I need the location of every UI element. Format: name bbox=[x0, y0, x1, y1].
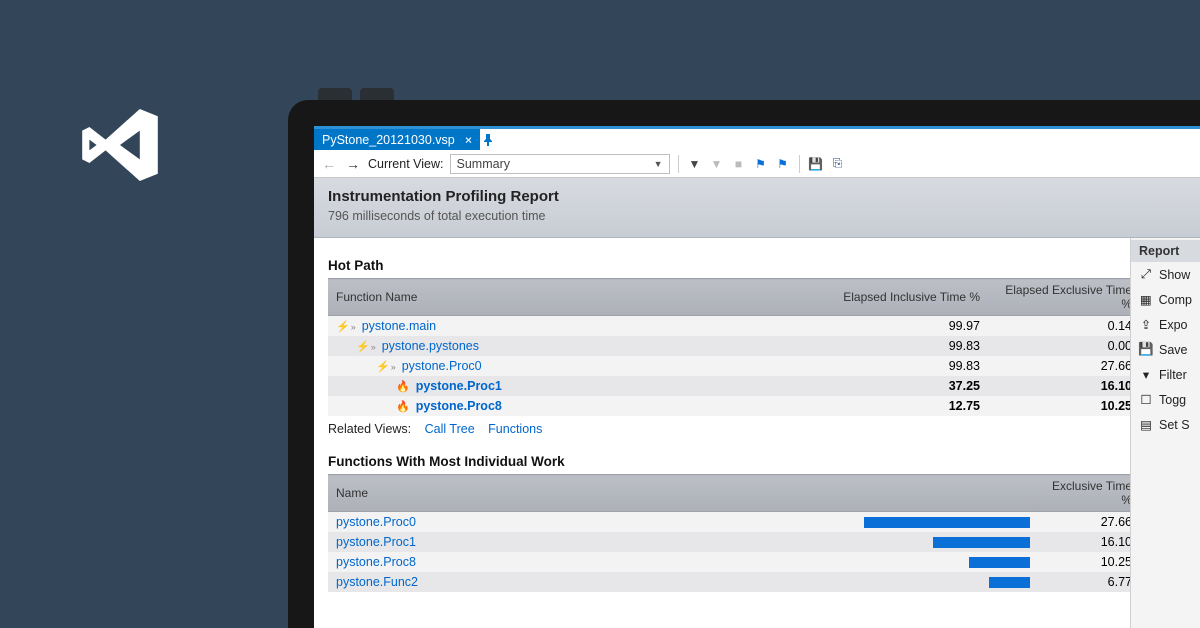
function-link[interactable]: pystone.Proc0 bbox=[402, 359, 482, 373]
function-link[interactable]: pystone.Proc0 bbox=[336, 515, 416, 529]
link-functions[interactable]: Functions bbox=[488, 422, 542, 436]
report-action-item[interactable]: 💾 Save bbox=[1131, 337, 1200, 362]
link-call-tree[interactable]: Call Tree bbox=[425, 422, 475, 436]
profiler-toolbar: ← → Current View: Summary ▼ ▼ ▼ ■ ⚑ ⚑ 💾 … bbox=[314, 150, 1200, 178]
report-action-item[interactable]: ▾ Filter bbox=[1131, 362, 1200, 387]
report-actions-panel: Report ⤢ Show ▦ Comp ⇪ Expo 💾 Save ▾ Filter ☐ Togg ▤… bbox=[1130, 238, 1200, 628]
export-icon[interactable]: ⎘ bbox=[830, 156, 846, 172]
action-label: Expo bbox=[1159, 318, 1188, 332]
flame-icon: 🔥 bbox=[396, 380, 410, 393]
action-icon: ⤢ bbox=[1139, 267, 1153, 282]
stop-icon: ■ bbox=[731, 156, 747, 172]
action-label: Togg bbox=[1159, 393, 1186, 407]
current-view-label: Current View: bbox=[368, 157, 444, 171]
report-header: Instrumentation Profiling Report 796 mil… bbox=[314, 178, 1200, 238]
function-link[interactable]: pystone.Proc1 bbox=[416, 379, 502, 393]
report-action-item[interactable]: ▤ Set S bbox=[1131, 412, 1200, 437]
noise-reduction-icon[interactable]: ⚑ bbox=[753, 156, 769, 172]
report-title: Instrumentation Profiling Report bbox=[328, 188, 1186, 205]
action-label: Comp bbox=[1159, 293, 1192, 307]
tab-title: PyStone_20121030.vsp bbox=[322, 133, 455, 147]
report-actions-heading: Report bbox=[1131, 240, 1200, 262]
hot-path-table: Function Name Elapsed Inclusive Time % E… bbox=[328, 278, 1130, 416]
related-label: Related Views: bbox=[328, 422, 411, 436]
exclusive-time-bar bbox=[969, 557, 1031, 568]
exclusive-time-bar bbox=[933, 537, 1030, 548]
nav-forward-button[interactable]: → bbox=[344, 156, 362, 172]
hot-path-heading: Hot Path bbox=[328, 258, 1130, 273]
action-label: Set S bbox=[1159, 418, 1190, 432]
device-frame: PyStone_20121030.vsp × ← → Current View:… bbox=[288, 80, 1200, 628]
pin-tab-icon[interactable] bbox=[480, 129, 496, 150]
function-link[interactable]: pystone.pystones bbox=[382, 339, 479, 353]
report-subtitle: 796 milliseconds of total execution time bbox=[328, 209, 1186, 223]
report-action-item[interactable]: ☐ Togg bbox=[1131, 387, 1200, 412]
table-row[interactable]: 🔥pystone.Proc137.2516.10 bbox=[328, 376, 1130, 396]
action-icon: ☐ bbox=[1139, 392, 1153, 407]
table-row[interactable]: 🔥pystone.Proc812.7510.25 bbox=[328, 396, 1130, 416]
action-icon: ⇪ bbox=[1139, 317, 1153, 332]
nav-back-button[interactable]: ← bbox=[320, 156, 338, 172]
chevron-down-icon: ▼ bbox=[654, 159, 663, 169]
table-row[interactable]: ⚡pystone.pystones99.830.00 bbox=[328, 336, 1130, 356]
close-tab-icon[interactable]: × bbox=[465, 132, 473, 147]
table-row[interactable]: pystone.Proc027.66 bbox=[328, 512, 1130, 533]
call-icon: ⚡ bbox=[356, 340, 376, 353]
function-link[interactable]: pystone.Proc8 bbox=[416, 399, 502, 413]
col-exclusive[interactable]: Elapsed Exclusive Time % bbox=[988, 279, 1130, 316]
save-icon[interactable]: 💾 bbox=[808, 156, 824, 172]
report-action-item[interactable]: ▦ Comp bbox=[1131, 287, 1200, 312]
function-link[interactable]: pystone.Proc1 bbox=[336, 535, 416, 549]
filter-disabled-icon: ▼ bbox=[709, 156, 725, 172]
action-label: Show bbox=[1159, 268, 1190, 282]
col-inclusive[interactable]: Elapsed Inclusive Time % bbox=[828, 279, 988, 316]
noise-reduction2-icon[interactable]: ⚑ bbox=[775, 156, 791, 172]
most-work-heading: Functions With Most Individual Work bbox=[328, 454, 1130, 469]
current-view-dropdown[interactable]: Summary ▼ bbox=[450, 154, 670, 174]
action-label: Save bbox=[1159, 343, 1188, 357]
report-action-item[interactable]: ⤢ Show bbox=[1131, 262, 1200, 287]
action-icon: ▾ bbox=[1139, 367, 1153, 382]
filter-icon[interactable]: ▼ bbox=[687, 156, 703, 172]
current-view-value: Summary bbox=[457, 157, 510, 171]
table-row[interactable]: ⚡pystone.Proc099.8327.66 bbox=[328, 356, 1130, 376]
document-tab[interactable]: PyStone_20121030.vsp × bbox=[314, 129, 480, 150]
exclusive-time-bar bbox=[989, 577, 1030, 588]
function-link[interactable]: pystone.main bbox=[362, 319, 436, 333]
function-link[interactable]: pystone.Func2 bbox=[336, 575, 418, 589]
call-icon: ⚡ bbox=[376, 360, 396, 373]
table-row[interactable]: ⚡pystone.main99.970.14 bbox=[328, 316, 1130, 337]
most-work-table: Name Exclusive Time % pystone.Proc027.66… bbox=[328, 474, 1130, 592]
visual-studio-logo-icon bbox=[75, 100, 165, 193]
exclusive-time-bar bbox=[864, 517, 1030, 528]
document-tab-strip: PyStone_20121030.vsp × bbox=[314, 126, 1200, 150]
table-row[interactable]: pystone.Proc810.25 bbox=[328, 552, 1130, 572]
table-row[interactable]: pystone.Func26.77 bbox=[328, 572, 1130, 592]
action-icon: 💾 bbox=[1139, 342, 1153, 357]
related-views: Related Views: Call Tree Functions bbox=[328, 422, 1130, 436]
action-icon: ▤ bbox=[1139, 417, 1153, 432]
report-action-item[interactable]: ⇪ Expo bbox=[1131, 312, 1200, 337]
call-icon: ⚡ bbox=[336, 320, 356, 333]
action-icon: ▦ bbox=[1139, 292, 1153, 307]
table-row[interactable]: pystone.Proc116.10 bbox=[328, 532, 1130, 552]
flame-icon: 🔥 bbox=[396, 400, 410, 413]
col-excl-time[interactable]: Exclusive Time % bbox=[1038, 475, 1130, 512]
function-link[interactable]: pystone.Proc8 bbox=[336, 555, 416, 569]
app-window: PyStone_20121030.vsp × ← → Current View:… bbox=[314, 126, 1200, 628]
action-label: Filter bbox=[1159, 368, 1187, 382]
col-function-name[interactable]: Function Name bbox=[328, 279, 828, 316]
col-name[interactable]: Name bbox=[328, 475, 848, 512]
